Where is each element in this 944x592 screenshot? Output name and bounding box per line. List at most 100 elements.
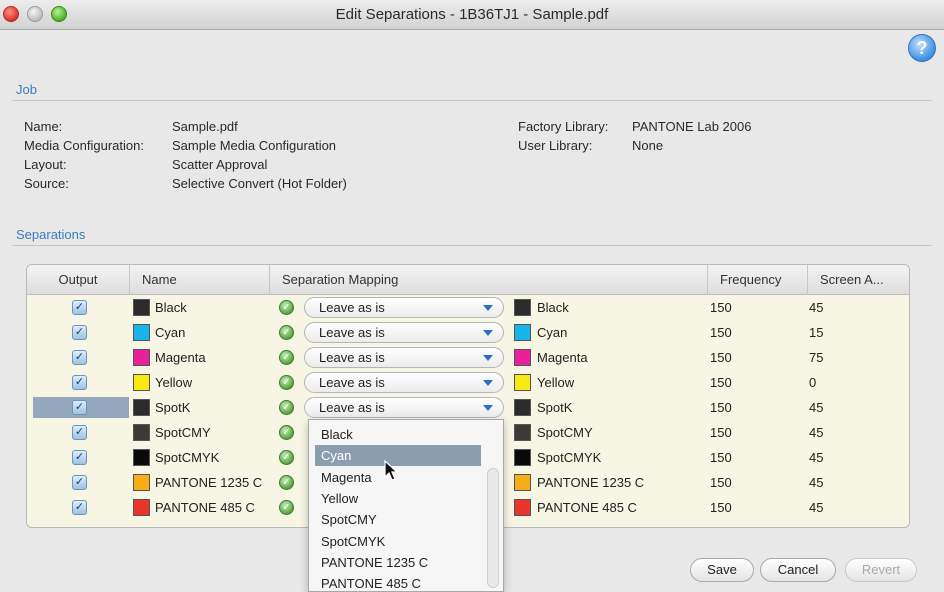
separation-mapping-select[interactable]: Leave as is bbox=[304, 397, 504, 418]
target-color-swatch bbox=[514, 324, 531, 341]
job-field-label: Name: bbox=[24, 119, 63, 134]
job-field-label: Media Configuration: bbox=[24, 138, 144, 153]
column-header-separation-mapping[interactable]: Separation Mapping bbox=[270, 265, 708, 295]
dropdown-option[interactable]: Black bbox=[315, 424, 481, 445]
output-checkbox[interactable]: ✓ bbox=[72, 450, 87, 465]
output-checkbox[interactable]: ✓ bbox=[72, 325, 87, 340]
column-header-name[interactable]: Name bbox=[130, 265, 270, 295]
job-field-label: Factory Library: bbox=[518, 119, 609, 134]
frequency-value[interactable]: 150 bbox=[710, 470, 732, 495]
separation-mapping-select[interactable]: Leave as is bbox=[304, 322, 504, 343]
dropdown-option[interactable]: Yellow bbox=[315, 488, 481, 509]
screen-angle-value[interactable]: 15 bbox=[809, 320, 823, 345]
checkmark-status-icon: ✓ bbox=[279, 500, 294, 515]
output-checkbox[interactable]: ✓ bbox=[72, 400, 87, 415]
target-separation-name: SpotCMYK bbox=[537, 450, 602, 465]
cancel-button[interactable]: Cancel bbox=[760, 558, 836, 582]
target-separation-name: Black bbox=[537, 300, 569, 315]
target-color-swatch bbox=[514, 299, 531, 316]
dropdown-scrollbar[interactable] bbox=[487, 468, 499, 588]
frequency-value[interactable]: 150 bbox=[710, 295, 732, 320]
save-button[interactable]: Save bbox=[690, 558, 754, 582]
screen-angle-value[interactable]: 45 bbox=[809, 295, 823, 320]
frequency-value[interactable]: 150 bbox=[710, 420, 732, 445]
frequency-value[interactable]: 150 bbox=[710, 445, 732, 470]
output-checkbox[interactable]: ✓ bbox=[72, 475, 87, 490]
mouse-pointer-icon bbox=[384, 460, 399, 481]
output-checkbox[interactable]: ✓ bbox=[72, 425, 87, 440]
select-value: Leave as is bbox=[319, 375, 385, 390]
target-color-swatch bbox=[514, 499, 531, 516]
checkmark-status-icon: ✓ bbox=[279, 325, 294, 340]
screen-angle-value[interactable]: 45 bbox=[809, 470, 823, 495]
separation-mapping-select[interactable]: Leave as is bbox=[304, 297, 504, 318]
screen-angle-value[interactable]: 45 bbox=[809, 395, 823, 420]
color-swatch bbox=[133, 474, 150, 491]
job-field-label: Source: bbox=[24, 176, 69, 191]
separation-name: SpotCMY bbox=[155, 425, 211, 440]
color-swatch bbox=[133, 374, 150, 391]
screen-angle-value[interactable]: 45 bbox=[809, 495, 823, 520]
output-checkbox[interactable]: ✓ bbox=[72, 350, 87, 365]
dropdown-option[interactable]: SpotCMYK bbox=[315, 531, 481, 552]
separation-name: Yellow bbox=[155, 375, 193, 390]
checkmark-status-icon: ✓ bbox=[279, 450, 294, 465]
dropdown-option[interactable]: PANTONE 1235 C bbox=[315, 552, 481, 573]
separation-row[interactable]: ✓ Magenta ✓ Leave as is Magenta 150 75 bbox=[27, 345, 909, 370]
column-header-frequency[interactable]: Frequency bbox=[708, 265, 808, 295]
chevron-down-icon bbox=[483, 380, 493, 386]
screen-angle-value[interactable]: 45 bbox=[809, 445, 823, 470]
separation-mapping-select[interactable]: Leave as is bbox=[304, 372, 504, 393]
color-swatch bbox=[133, 349, 150, 366]
job-field-label: Layout: bbox=[24, 157, 67, 172]
column-header-screen-angle[interactable]: Screen A... bbox=[808, 265, 909, 295]
target-separation-name: SpotCMY bbox=[537, 425, 593, 440]
frequency-value[interactable]: 150 bbox=[710, 395, 732, 420]
screen-angle-value[interactable]: 45 bbox=[809, 420, 823, 445]
output-checkbox[interactable]: ✓ bbox=[72, 375, 87, 390]
separation-row[interactable]: ✓ SpotK ✓ Leave as is SpotK 150 45 bbox=[27, 395, 909, 420]
separation-name: SpotK bbox=[155, 400, 191, 415]
output-checkbox[interactable]: ✓ bbox=[72, 300, 87, 315]
job-field-label: User Library: bbox=[518, 138, 593, 153]
table-header: Output Name Separation Mapping Frequency… bbox=[27, 265, 909, 295]
separation-row[interactable]: ✓ Yellow ✓ Leave as is Yellow 150 0 bbox=[27, 370, 909, 395]
frequency-value[interactable]: 150 bbox=[710, 370, 732, 395]
checkmark-status-icon: ✓ bbox=[279, 475, 294, 490]
color-swatch bbox=[133, 399, 150, 416]
select-value: Leave as is bbox=[319, 350, 385, 365]
target-separation-name: Magenta bbox=[537, 350, 588, 365]
checkmark-status-icon: ✓ bbox=[279, 400, 294, 415]
color-swatch bbox=[133, 499, 150, 516]
target-separation-name: Cyan bbox=[537, 325, 568, 340]
separation-name: PANTONE 485 C bbox=[155, 500, 255, 515]
checkmark-status-icon: ✓ bbox=[279, 375, 294, 390]
frequency-value[interactable]: 150 bbox=[710, 320, 732, 345]
checkmark-status-icon: ✓ bbox=[279, 300, 294, 315]
separation-mapping-select[interactable]: Leave as is bbox=[304, 347, 504, 368]
frequency-value[interactable]: 150 bbox=[710, 495, 732, 520]
separation-row[interactable]: ✓ Black ✓ Leave as is Black 150 45 bbox=[27, 295, 909, 320]
screen-angle-value[interactable]: 75 bbox=[809, 345, 823, 370]
separations-divider bbox=[12, 245, 932, 246]
job-field-value: None bbox=[632, 138, 664, 153]
color-swatch bbox=[133, 424, 150, 441]
select-value: Leave as is bbox=[319, 300, 385, 315]
dropdown-option[interactable]: SpotCMY bbox=[315, 509, 481, 530]
separation-name: PANTONE 1235 C bbox=[155, 475, 263, 490]
revert-button[interactable]: Revert bbox=[845, 558, 917, 582]
target-separation-name: PANTONE 485 C bbox=[537, 500, 637, 515]
output-checkbox[interactable]: ✓ bbox=[72, 500, 87, 515]
separation-mapping-dropdown-menu: Black Cyan Magenta Yellow SpotCMY SpotCMYK PAN… bbox=[308, 419, 504, 592]
color-swatch bbox=[133, 324, 150, 341]
dropdown-option[interactable]: PANTONE 485 C bbox=[315, 573, 481, 591]
separation-row[interactable]: ✓ Cyan ✓ Leave as is Cyan 150 15 bbox=[27, 320, 909, 345]
frequency-value[interactable]: 150 bbox=[710, 345, 732, 370]
checkmark-status-icon: ✓ bbox=[279, 425, 294, 440]
target-color-swatch bbox=[514, 349, 531, 366]
screen-angle-value[interactable]: 0 bbox=[809, 370, 816, 395]
help-icon[interactable]: ? bbox=[908, 34, 936, 62]
target-color-swatch bbox=[514, 449, 531, 466]
column-header-output[interactable]: Output bbox=[27, 265, 130, 295]
chevron-down-icon bbox=[483, 355, 493, 361]
